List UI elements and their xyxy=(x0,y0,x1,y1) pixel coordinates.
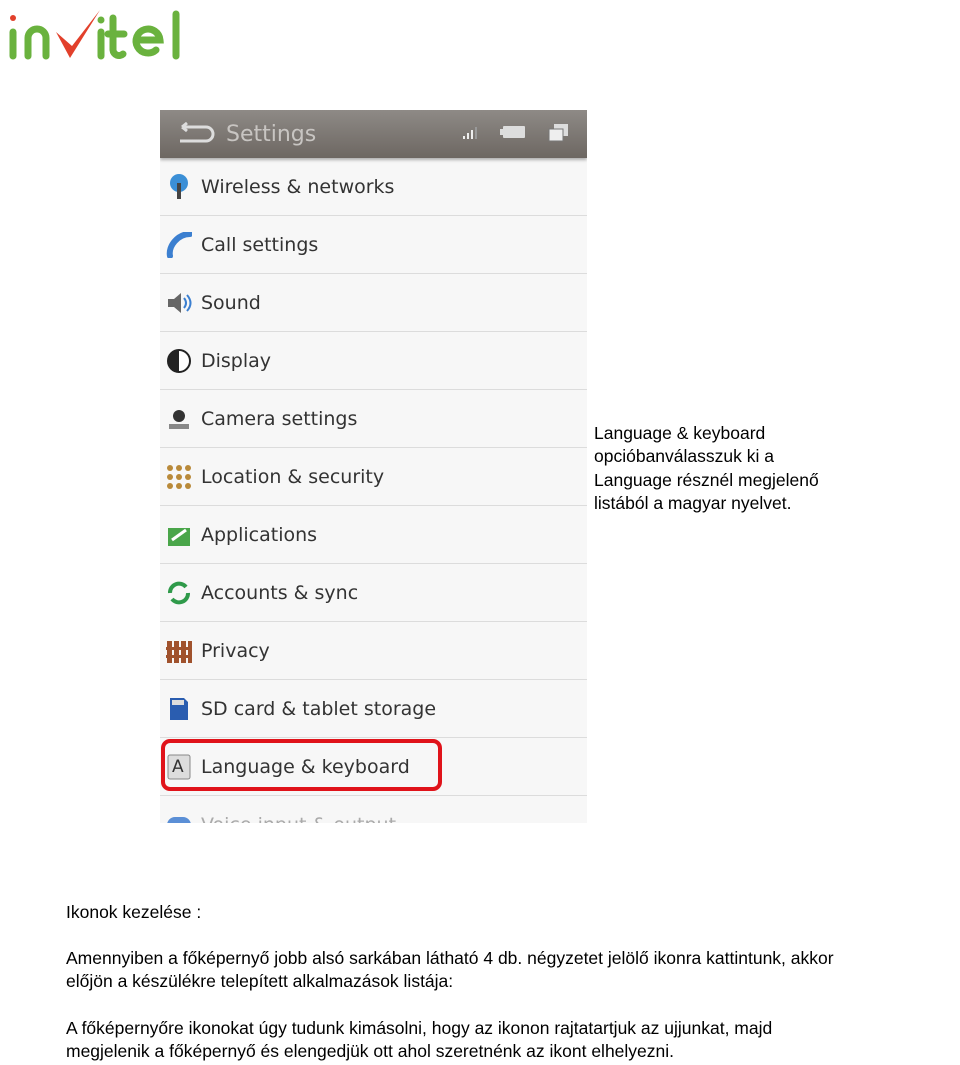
paragraph-2-line-1: A főképernyőre ikonokat úgy tudunk kimás… xyxy=(66,1018,773,1038)
section-title: Ikonok kezelése : xyxy=(66,902,202,922)
battery-icon xyxy=(500,126,525,138)
settings-header: Settings xyxy=(160,110,587,158)
sync-icon xyxy=(165,579,193,607)
settings-item-call[interactable]: Call settings xyxy=(160,216,587,274)
settings-item-sd-card[interactable]: SD card & tablet storage xyxy=(160,680,587,738)
settings-item-wireless[interactable]: Wireless & networks xyxy=(160,158,587,216)
applications-icon xyxy=(165,521,193,549)
windows-icon[interactable] xyxy=(548,124,570,142)
voice-icon xyxy=(165,811,193,823)
settings-item-voice[interactable]: Voice input & output xyxy=(160,796,587,823)
side-note: Language & keyboard opcióbanválasszuk ki… xyxy=(594,422,894,515)
fence-icon xyxy=(165,637,193,665)
paragraph-1-line-2: előjön a készülékre telepített alkalmazá… xyxy=(66,971,454,991)
invitel-logo xyxy=(9,10,180,60)
paragraph-2-line-2: megjelenik a főképernyő és elengedjük ot… xyxy=(66,1041,675,1061)
settings-item-display[interactable]: Display xyxy=(160,332,587,390)
sd-card-icon xyxy=(165,695,193,723)
settings-item-camera[interactable]: Camera settings xyxy=(160,390,587,448)
settings-title: Settings xyxy=(226,121,317,147)
camera-icon xyxy=(165,405,193,433)
side-note-line: opcióbanválasszuk ki a xyxy=(594,446,774,467)
side-note-line: listából a magyar nyelvet. xyxy=(594,492,792,513)
highlight-box xyxy=(161,739,442,791)
location-grid-icon xyxy=(165,463,193,491)
signal-icon xyxy=(463,127,477,139)
side-note-line: Language résznél megjelenő xyxy=(594,469,819,490)
settings-item-privacy[interactable]: Privacy xyxy=(160,622,587,680)
settings-item-sound[interactable]: Sound xyxy=(160,274,587,332)
wifi-tower-icon xyxy=(165,173,193,201)
paragraph-1-line-1: Amennyiben a főképernyő jobb alsó sarkáb… xyxy=(66,948,834,968)
back-icon[interactable] xyxy=(172,122,216,146)
phone-icon xyxy=(165,231,193,259)
settings-screenshot: Settings Wireless & networks Call settin… xyxy=(160,110,587,823)
settings-item-location[interactable]: Location & security xyxy=(160,448,587,506)
display-icon xyxy=(165,347,193,375)
side-note-line: Language & keyboard xyxy=(594,423,766,443)
settings-item-applications[interactable]: Applications xyxy=(160,506,587,564)
speaker-icon xyxy=(165,289,193,317)
settings-item-accounts[interactable]: Accounts & sync xyxy=(160,564,587,622)
